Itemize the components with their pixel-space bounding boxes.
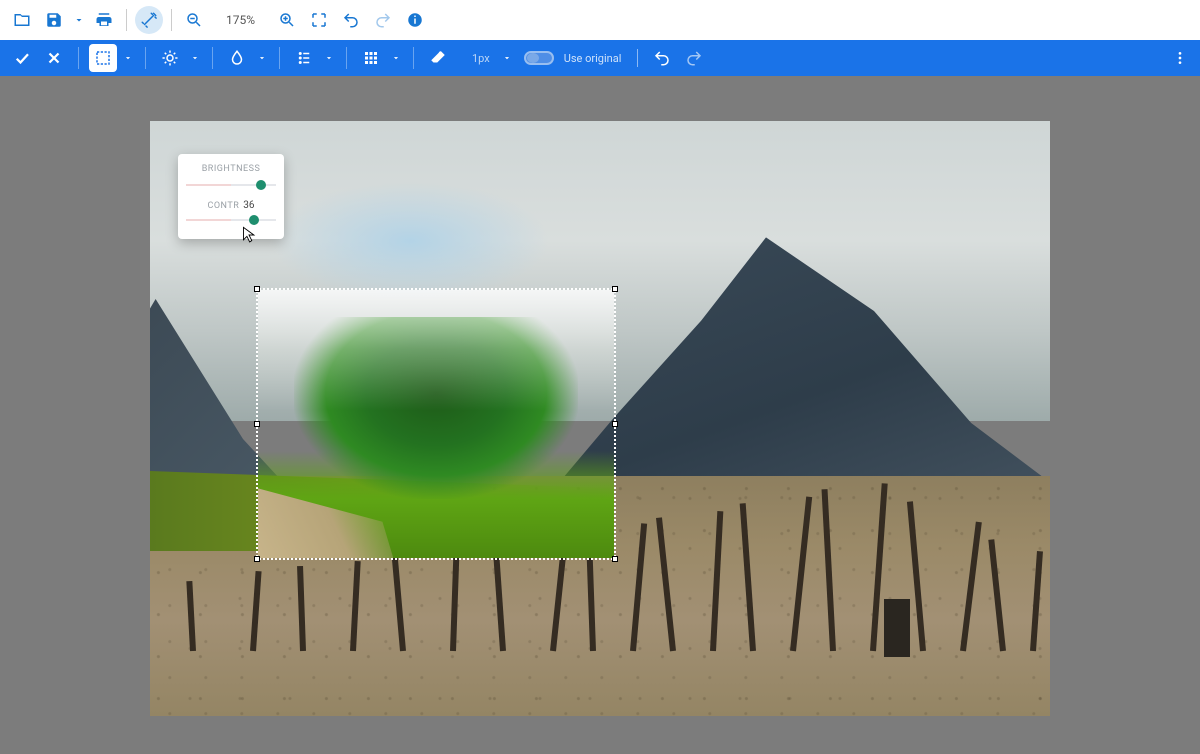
sun-icon xyxy=(161,49,179,67)
toolbar-separator xyxy=(145,47,146,69)
chevron-down-icon xyxy=(502,53,512,63)
selection-handle-bottom-left[interactable] xyxy=(254,556,260,562)
color-tool-button[interactable] xyxy=(290,44,318,72)
pixelate-tool-dropdown[interactable] xyxy=(389,53,403,63)
vertical-dots-icon xyxy=(1172,50,1188,66)
undo-button[interactable] xyxy=(337,6,365,34)
pixelate-tool-button[interactable] xyxy=(357,44,385,72)
sliders-icon xyxy=(295,49,313,67)
selection-rect-icon xyxy=(94,49,112,67)
close-icon xyxy=(45,49,63,67)
undo-icon xyxy=(653,49,671,67)
apply-button[interactable] xyxy=(8,44,36,72)
toolbar-separator xyxy=(212,47,213,69)
selection-tool-button[interactable] xyxy=(89,44,117,72)
chevron-down-icon xyxy=(190,53,200,63)
more-options-button[interactable] xyxy=(1168,50,1192,66)
redo-icon xyxy=(374,11,392,29)
chevron-down-icon xyxy=(257,53,267,63)
info-button[interactable] xyxy=(401,6,429,34)
save-dropdown[interactable] xyxy=(72,14,86,26)
selection-preview xyxy=(294,317,579,499)
undo-icon xyxy=(342,11,360,29)
magic-wand-button[interactable] xyxy=(135,6,163,34)
selection-tool-dropdown[interactable] xyxy=(121,53,135,63)
print-button[interactable] xyxy=(90,6,118,34)
save-button[interactable] xyxy=(40,6,68,34)
slider-track xyxy=(186,219,276,221)
open-file-button[interactable] xyxy=(8,6,36,34)
fullscreen-icon xyxy=(310,11,328,29)
selection-handle-top-left[interactable] xyxy=(254,286,260,292)
save-icon xyxy=(45,11,63,29)
selection-handle-mid-left[interactable] xyxy=(254,421,260,427)
canvas-area[interactable]: BRIGHTNESS CONTR 36 xyxy=(0,76,1200,754)
info-icon xyxy=(406,11,424,29)
selection-handle-bottom-right[interactable] xyxy=(612,556,618,562)
eraser-icon xyxy=(429,49,447,67)
redo-icon xyxy=(685,49,703,67)
contrast-slider[interactable] xyxy=(186,215,276,225)
panel-redo-button[interactable] xyxy=(680,44,708,72)
zoom-level-label[interactable]: 175% xyxy=(212,13,269,27)
dark-object xyxy=(884,599,910,657)
chevron-down-icon xyxy=(324,53,334,63)
toolbar-separator xyxy=(413,47,414,69)
toolbar-separator xyxy=(279,47,280,69)
toolbar-separator xyxy=(171,9,172,31)
toolbar-separator xyxy=(126,9,127,31)
stroke-size-label: 1px xyxy=(470,52,496,65)
brightness-tool-dropdown[interactable] xyxy=(188,53,202,63)
contrast-slider-knob[interactable] xyxy=(249,215,259,225)
check-icon xyxy=(13,49,31,67)
cancel-button[interactable] xyxy=(40,44,68,72)
color-tool-dropdown[interactable] xyxy=(322,53,336,63)
chevron-down-icon xyxy=(123,53,133,63)
panel-undo-button[interactable] xyxy=(648,44,676,72)
brightness-tool-button[interactable] xyxy=(156,44,184,72)
zoom-out-icon xyxy=(185,11,203,29)
folder-open-icon xyxy=(13,11,31,29)
blur-tool-dropdown[interactable] xyxy=(255,53,269,63)
contrast-label: CONTR xyxy=(207,201,239,211)
selection-rectangle[interactable] xyxy=(256,288,616,560)
selection-handle-top-right[interactable] xyxy=(612,286,618,292)
top-toolbar: 175% xyxy=(0,0,1200,40)
grid-icon xyxy=(362,49,380,67)
fit-screen-button[interactable] xyxy=(305,6,333,34)
chevron-down-icon xyxy=(391,53,401,63)
brightness-label: BRIGHTNESS xyxy=(186,164,276,174)
zoom-in-icon xyxy=(278,11,296,29)
droplet-icon xyxy=(228,49,246,67)
contrast-value: 36 xyxy=(243,200,254,211)
brightness-slider-knob[interactable] xyxy=(256,180,266,190)
zoom-out-button[interactable] xyxy=(180,6,208,34)
selection-handle-mid-right[interactable] xyxy=(612,421,618,427)
redo-button[interactable] xyxy=(369,6,397,34)
chevron-down-icon xyxy=(73,14,85,26)
brightness-contrast-popover: BRIGHTNESS CONTR 36 xyxy=(178,154,284,239)
toolbar-separator xyxy=(78,47,79,69)
toolbar-separator xyxy=(346,47,347,69)
use-original-label: Use original xyxy=(564,52,628,65)
print-icon xyxy=(95,11,113,29)
toolbar-separator xyxy=(637,49,638,67)
eraser-tool-button[interactable] xyxy=(424,44,452,72)
blur-tool-button[interactable] xyxy=(223,44,251,72)
brightness-slider[interactable] xyxy=(186,180,276,190)
use-original-toggle[interactable] xyxy=(524,51,554,65)
stroke-size-dropdown[interactable] xyxy=(500,53,514,63)
zoom-in-button[interactable] xyxy=(273,6,301,34)
edit-toolbar: 1px Use original xyxy=(0,40,1200,76)
magic-wand-icon xyxy=(140,11,158,29)
